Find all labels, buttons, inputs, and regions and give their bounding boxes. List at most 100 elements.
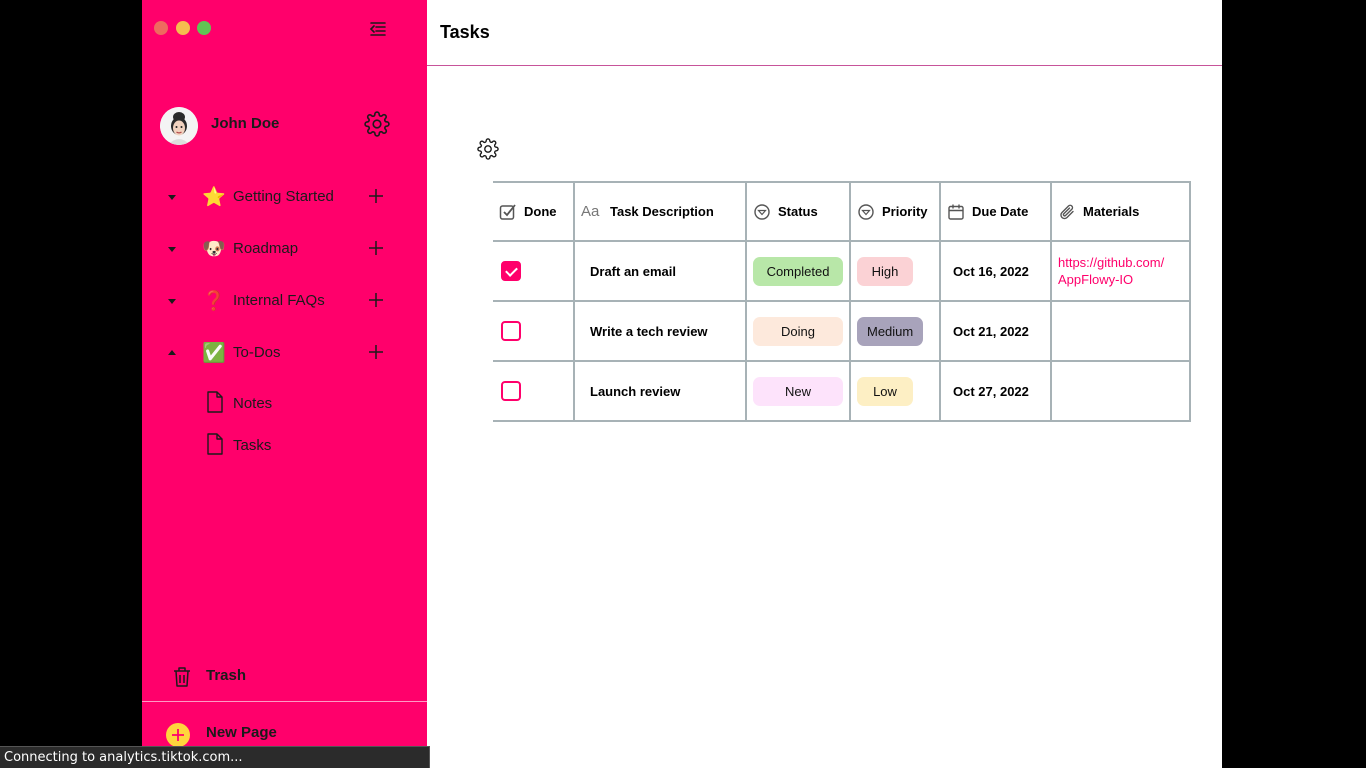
column-header-due-date[interactable]: Due Date [939,181,1052,242]
caret-down-icon[interactable] [166,191,178,203]
sidebar-item-label: To-Dos [233,344,281,361]
user-name: John Doe [211,115,280,132]
collapse-sidebar-button[interactable] [368,19,388,39]
grid-header-row: Done Aa Task Description Status Priority… [493,181,1191,242]
sidebar-subitem-notes[interactable]: Notes [202,388,402,418]
sidebar-divider [142,701,427,702]
settings-button[interactable] [364,111,390,137]
close-window-button[interactable] [154,21,168,35]
materials-cell[interactable]: https://github.com/ AppFlowy-IO [1050,240,1191,302]
column-header-done[interactable]: Done [493,181,575,242]
column-header-label: Priority [882,204,928,219]
task-description-cell[interactable]: Write a tech review [573,300,747,362]
add-page-icon[interactable] [367,187,385,205]
checkbox-column-icon [499,203,516,220]
link-text: AppFlowy-IO [1058,272,1134,287]
done-cell [493,240,575,302]
sidebar: John Doe ⭐ Getting Started 🐶 Roadmap ❓ I… [142,0,427,768]
caret-down-icon[interactable] [166,295,178,307]
column-header-task-description[interactable]: Aa Task Description [573,181,747,242]
collapse-sidebar-icon [369,22,386,36]
app-window: John Doe ⭐ Getting Started 🐶 Roadmap ❓ I… [142,0,1222,768]
due-date-cell[interactable]: Oct 27, 2022 [939,360,1052,422]
priority-badge: Low [857,376,913,406]
sidebar-item-label: Roadmap [233,240,299,257]
column-header-label: Status [778,204,818,219]
add-page-icon[interactable] [367,291,385,309]
sidebar-item-internal-faqs[interactable]: ❓ Internal FAQs [142,283,427,319]
status-cell[interactable]: Completed [745,240,851,302]
grid-settings-button[interactable] [477,138,499,160]
column-header-label: Due Date [972,204,1029,219]
materials-cell[interactable] [1050,300,1191,362]
calendar-icon [948,204,964,220]
column-header-priority[interactable]: Priority [849,181,941,242]
question-icon: ❓ [202,291,226,312]
document-icon [207,433,223,455]
done-cell [493,360,575,422]
gear-icon [364,111,390,137]
sidebar-subitem-label: Notes [233,395,273,412]
done-cell [493,300,575,362]
new-page-button[interactable]: New Page [166,720,386,748]
table-row: Write a tech review Doing Medium Oct 21,… [493,300,1191,362]
done-checkbox[interactable] [501,261,521,281]
column-header-materials[interactable]: Materials [1050,181,1191,242]
star-icon: ⭐ [202,187,226,208]
status-cell[interactable]: Doing [745,300,851,362]
add-page-icon[interactable] [367,239,385,257]
select-option-icon [754,203,770,220]
main-content: Tasks Done Aa Task Description Status Pr… [427,0,1222,768]
new-page-label: New Page [206,724,277,741]
task-grid: Done Aa Task Description Status Priority… [493,181,1191,422]
dog-icon: 🐶 [202,239,226,260]
sidebar-item-label: Internal FAQs [233,292,325,309]
materials-cell[interactable] [1050,360,1191,422]
column-header-label: Task Description [610,204,714,219]
avatar [160,107,198,145]
due-date-cell[interactable]: Oct 16, 2022 [939,240,1052,302]
status-badge: New [753,376,843,406]
done-checkbox[interactable] [501,321,521,341]
priority-cell[interactable]: Medium [849,300,941,362]
due-date-cell[interactable]: Oct 21, 2022 [939,300,1052,362]
paperclip-icon [1060,204,1074,219]
task-description-cell[interactable]: Draft an email [573,240,747,302]
trash-button[interactable]: Trash [170,664,390,690]
trash-label: Trash [206,667,247,684]
select-option-icon [858,203,874,220]
minimize-window-button[interactable] [176,21,190,35]
task-description-cell[interactable]: Launch review [573,360,747,422]
sidebar-item-to-dos[interactable]: ✅ To-Dos [142,335,427,371]
caret-down-icon[interactable] [166,243,178,255]
sidebar-subitem-tasks[interactable]: Tasks [202,430,402,460]
user-profile[interactable]: John Doe [160,106,410,146]
trash-icon [174,667,190,687]
table-row: Launch review New Low Oct 27, 2022 [493,360,1191,422]
sidebar-item-label: Getting Started [233,188,334,205]
column-header-label: Materials [1083,204,1140,219]
link-text: https://github.com/ [1058,255,1165,270]
status-badge: Completed [753,256,843,286]
priority-cell[interactable]: Low [849,360,941,422]
priority-cell[interactable]: High [849,240,941,302]
sidebar-subitem-label: Tasks [233,437,272,454]
sidebar-item-roadmap[interactable]: 🐶 Roadmap [142,231,427,267]
done-checkbox[interactable] [501,381,521,401]
column-header-status[interactable]: Status [745,181,851,242]
maximize-window-button[interactable] [197,21,211,35]
caret-up-icon[interactable] [166,347,178,359]
plus-circle-icon [166,723,190,747]
document-icon [207,391,223,413]
column-header-label: Done [524,204,557,219]
page-title: Tasks [440,22,490,42]
add-page-icon[interactable] [367,343,385,361]
status-badge: Doing [753,316,843,346]
priority-badge: High [857,256,913,286]
text-type-icon: Aa [581,202,600,220]
title-divider [427,65,1222,66]
materials-link[interactable]: https://github.com/ AppFlowy-IO [1058,254,1183,288]
status-cell[interactable]: New [745,360,851,422]
table-row: Draft an email Completed High Oct 16, 20… [493,240,1191,302]
sidebar-item-getting-started[interactable]: ⭐ Getting Started [142,179,427,215]
